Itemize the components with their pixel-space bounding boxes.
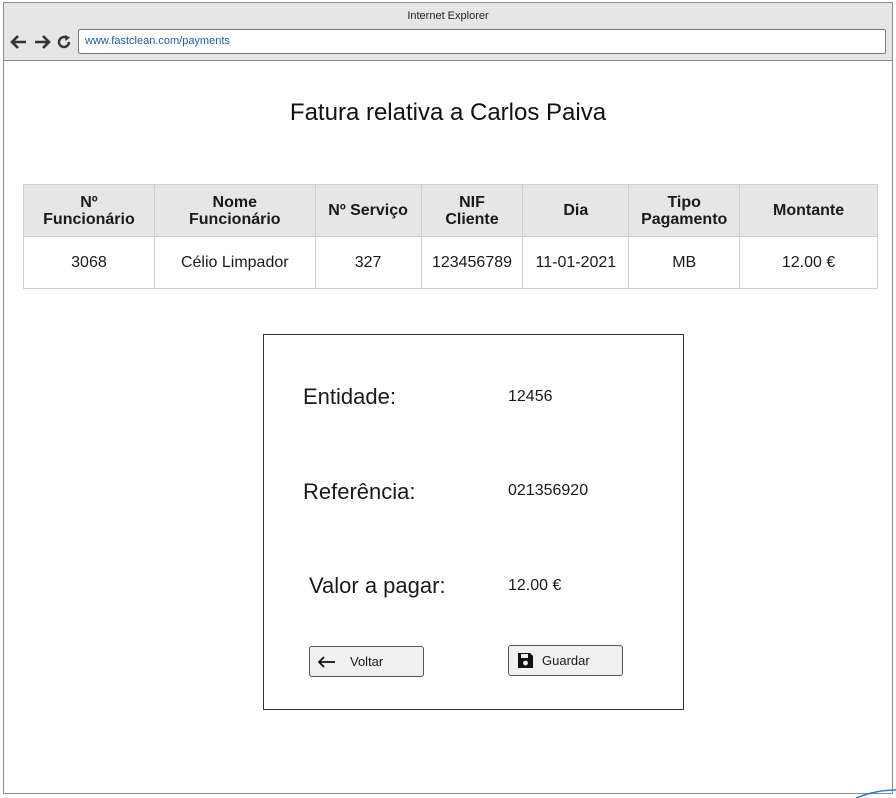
page-title: Fatura relativa a Carlos Paiva bbox=[289, 99, 607, 126]
arrow-left-icon bbox=[318, 653, 336, 671]
header-n-servico: Nº Serviço bbox=[314, 184, 422, 237]
entidade-label: Entidade: bbox=[303, 384, 396, 409]
url-input[interactable]: www.fastclean.com/payments bbox=[78, 29, 886, 54]
header-tipo-pagamento: Tipo Pagamento bbox=[628, 184, 741, 237]
save-button[interactable]: Guardar bbox=[508, 645, 623, 676]
cell-nome-funcionario: Célio Limpador bbox=[153, 236, 316, 289]
cell-n-servico: 327 bbox=[314, 236, 422, 289]
table-row: 3068 Célio Limpador 327 123456789 11-01-… bbox=[23, 236, 878, 289]
valor-label: Valor a pagar: bbox=[309, 573, 446, 598]
back-button-label: Voltar bbox=[350, 654, 384, 669]
referencia-label: Referência: bbox=[303, 479, 416, 504]
entidade-value: 12456 bbox=[508, 388, 553, 405]
header-dia: Dia bbox=[522, 184, 630, 237]
cell-montante: 12.00 € bbox=[739, 236, 878, 289]
cell-dia: 11-01-2021 bbox=[522, 236, 630, 289]
cell-n-funcionario: 3068 bbox=[23, 236, 155, 289]
header-montante: Montante bbox=[739, 184, 878, 237]
table-header-row: Nº Funcionário Nome Funcionário Nº Serviço… bbox=[23, 184, 878, 237]
forward-nav-icon[interactable] bbox=[33, 33, 51, 51]
header-nif-cliente: NIF Cliente bbox=[420, 184, 524, 237]
referencia-value: 021356920 bbox=[508, 482, 589, 499]
valor-value: 12.00 € bbox=[508, 577, 562, 594]
cell-nif-cliente: 123456789 bbox=[420, 236, 524, 289]
save-button-label: Guardar bbox=[542, 653, 590, 668]
invoice-table: Nº Funcionário Nome Funcionário Nº Serviço… bbox=[23, 184, 878, 289]
payment-details-card: Entidade: 12456 Referência: 021356920 Va… bbox=[263, 334, 684, 710]
header-n-funcionario: Nº Funcionário bbox=[23, 184, 155, 237]
back-button[interactable]: Voltar bbox=[309, 646, 424, 677]
browser-titlebar: Internet Explorer www.fastclean.com/paym… bbox=[4, 3, 892, 61]
refresh-icon[interactable] bbox=[56, 33, 72, 51]
back-nav-icon[interactable] bbox=[10, 33, 28, 51]
browser-title: Internet Explorer bbox=[407, 10, 489, 22]
scroll-corner-icon bbox=[856, 789, 896, 798]
cell-tipo-pagamento: MB bbox=[628, 236, 741, 289]
header-nome-funcionario: Nome Funcionário bbox=[153, 184, 316, 237]
floppy-disk-icon bbox=[516, 652, 534, 670]
